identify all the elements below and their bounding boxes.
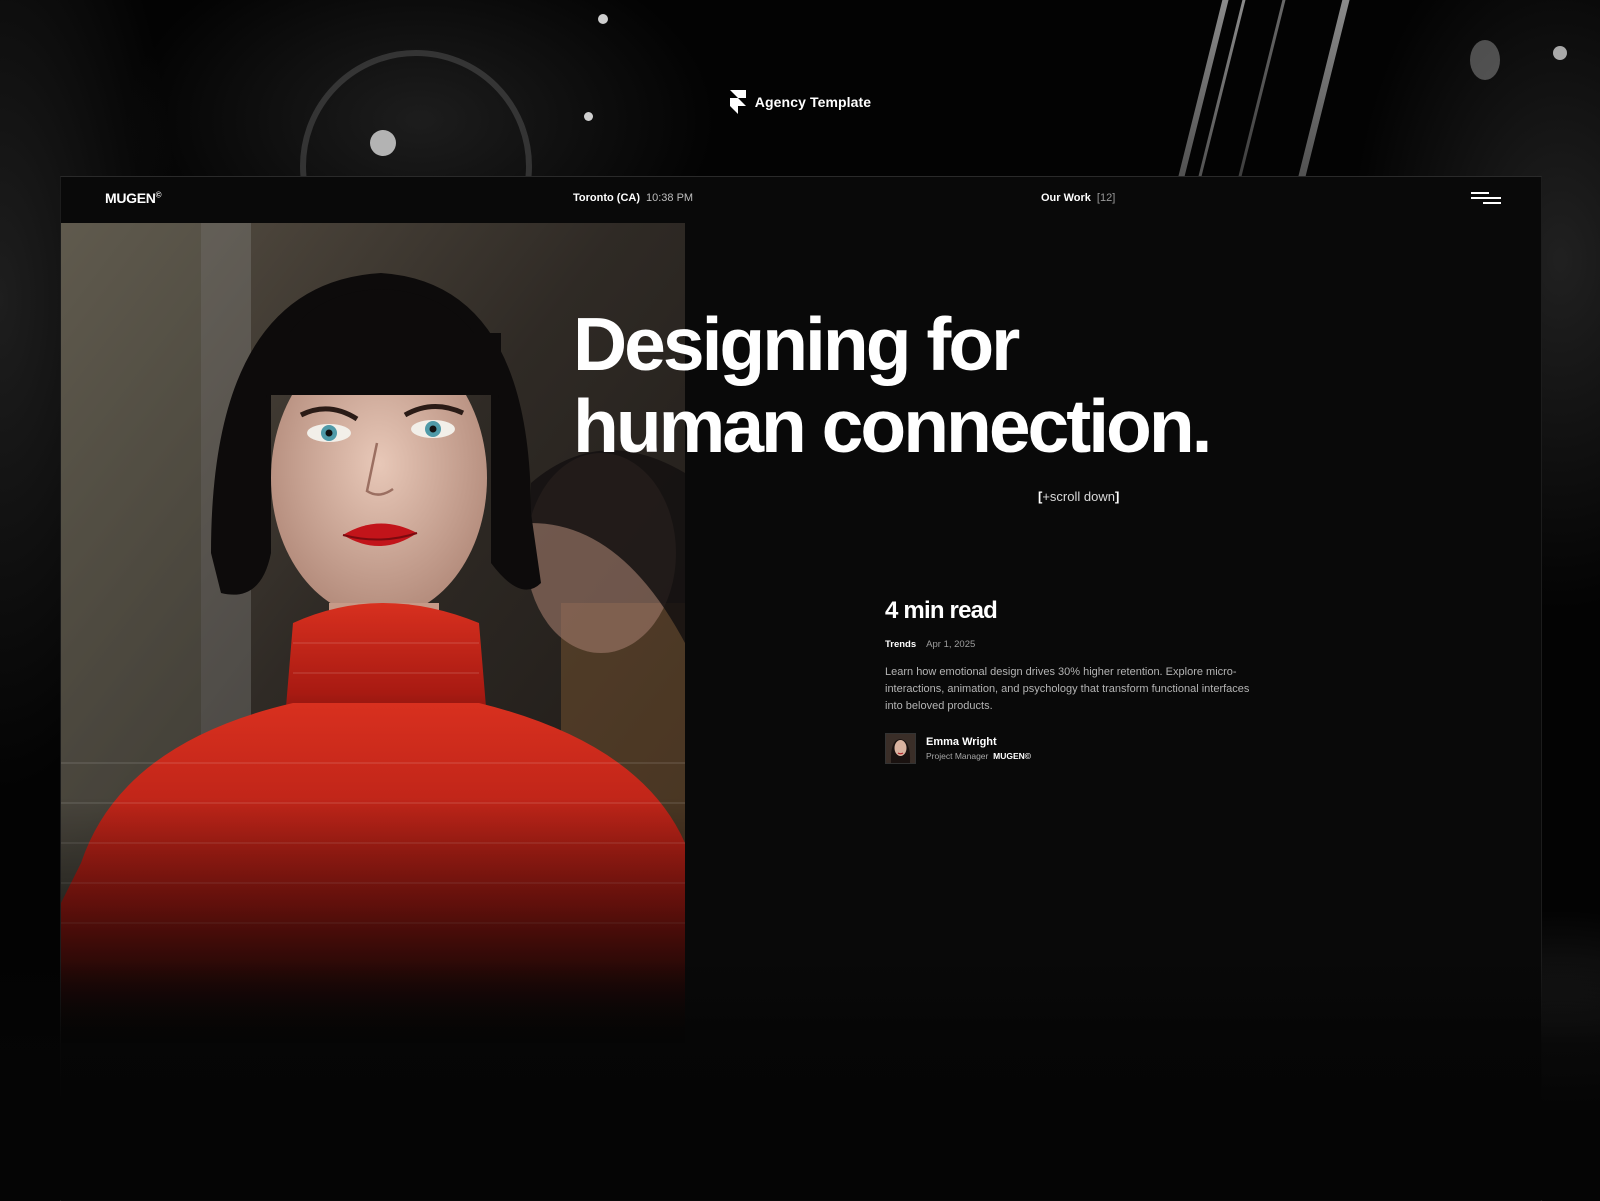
backdrop-light bbox=[370, 130, 396, 156]
avatar bbox=[885, 733, 916, 764]
template-brand: Agency Template bbox=[0, 90, 1600, 114]
author-company: MUGEN© bbox=[993, 751, 1032, 761]
article-excerpt: Learn how emotional design drives 30% hi… bbox=[885, 666, 1250, 712]
article-meta: Trends Apr 1, 2025 bbox=[885, 639, 1255, 650]
site-logo[interactable]: MUGEN© bbox=[105, 190, 162, 206]
our-work-label: Our Work bbox=[1041, 192, 1091, 204]
backdrop-light bbox=[1470, 40, 1500, 80]
author-role: Project Manager MUGEN© bbox=[926, 751, 1032, 761]
backdrop-light bbox=[598, 14, 608, 24]
read-time: 4 min read bbox=[885, 597, 998, 624]
scroll-down-button[interactable]: [+scroll down] bbox=[1038, 489, 1119, 504]
hero-headline: Designing for human connection. bbox=[573, 303, 1373, 467]
hamburger-menu-icon[interactable] bbox=[1471, 192, 1501, 206]
location-clock: Toronto (CA) 10:38 PM bbox=[573, 192, 693, 204]
author-name: Emma Wright bbox=[926, 736, 997, 748]
author-block: Emma Wright Project Manager MUGEN© bbox=[885, 733, 1255, 764]
publish-date: Apr 1, 2025 bbox=[926, 639, 976, 650]
local-time: 10:38 PM bbox=[646, 192, 694, 204]
article-card: 4 min read Trends Apr 1, 2025 Learn how … bbox=[885, 597, 1255, 764]
headline-line-2: human connection. bbox=[573, 384, 1213, 468]
category-tag[interactable]: Trends bbox=[885, 639, 916, 650]
our-work-count: [12] bbox=[1096, 192, 1116, 204]
logo-mark: © bbox=[155, 190, 162, 200]
our-work-link[interactable]: Our Work [12] bbox=[1041, 192, 1115, 204]
framer-logo-icon bbox=[729, 90, 746, 114]
template-title: Agency Template bbox=[754, 94, 872, 110]
site-navbar: MUGEN© Toronto (CA) 10:38 PM Our Work [1… bbox=[61, 177, 1541, 223]
backdrop-light bbox=[1553, 46, 1567, 60]
location-city: Toronto (CA) bbox=[573, 192, 640, 204]
bottom-fade bbox=[0, 960, 1600, 1200]
headline-line-1: Designing for bbox=[573, 302, 1020, 386]
